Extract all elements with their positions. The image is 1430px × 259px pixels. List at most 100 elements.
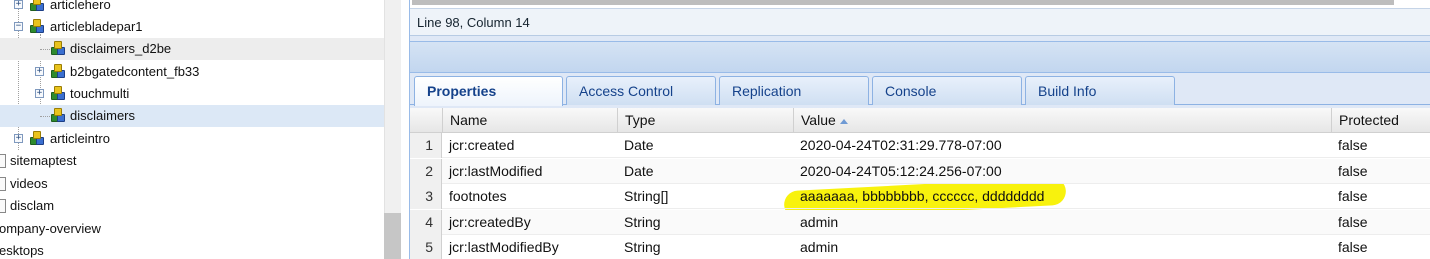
cell-text: 2020-04-24T02:31:29.778-07:00 <box>800 137 1002 153</box>
editor-area <box>410 0 1430 8</box>
sort-ascending-icon <box>839 118 848 124</box>
expand-icon[interactable]: + <box>14 134 23 143</box>
editor-status-bar: Line 98, Column 14 <box>410 8 1430 36</box>
tab-label: Properties <box>427 83 497 99</box>
properties-pane: Line 98, Column 14 Properties Access Con… <box>409 0 1430 259</box>
column-header-label: Protected <box>1339 112 1399 128</box>
tree-item-label: ompany-overview <box>0 221 101 236</box>
component-node-icon <box>50 108 66 124</box>
tab-label: Access Control <box>579 83 674 99</box>
component-node-icon <box>50 41 66 57</box>
column-header-label: Type <box>625 112 656 128</box>
tree-item-label: videos <box>10 176 48 191</box>
properties-grid: Name Type Value Protected 1 jcr:created … <box>410 108 1430 259</box>
tab-build-info[interactable]: Build Info <box>1025 76 1175 105</box>
table-row[interactable]: 4 jcr:createdBy String admin false <box>410 210 1430 235</box>
tab-strip: Properties Access Control Replication Co… <box>410 73 1430 106</box>
column-header-label: Value <box>801 112 836 128</box>
column-header-name[interactable]: Name <box>442 108 617 133</box>
cell-text: false <box>1338 214 1368 230</box>
row-number-label: 1 <box>425 137 433 153</box>
row-number-label: 3 <box>425 188 433 204</box>
tree-item-articlebladepar1[interactable]: − articlebladepar1 <box>0 16 384 38</box>
page-node-icon <box>0 199 6 213</box>
collapse-icon[interactable]: − <box>14 22 23 31</box>
component-node-icon <box>29 131 45 147</box>
table-row[interactable]: 3 footnotes String[] aaaaaaa, bbbbbbbb, … <box>410 184 1430 209</box>
row-number: 1 <box>410 133 442 158</box>
cursor-position: Line 98, Column 14 <box>417 15 530 30</box>
cell-text: 2020-04-24T05:12:24.256-07:00 <box>800 163 1002 179</box>
grid-header: Name Type Value Protected <box>410 108 1430 133</box>
tree-guide-line <box>40 116 50 117</box>
row-number: 4 <box>410 210 442 235</box>
tree-item-label: disclaimers_d2be <box>70 41 172 56</box>
cell-text: false <box>1338 239 1368 255</box>
cell-text: false <box>1338 188 1368 204</box>
cell-text: Date <box>624 163 654 179</box>
tree-item-label: sitemaptest <box>10 153 77 168</box>
tree-item-disclaimers-d2be[interactable]: disclaimers_d2be <box>0 38 384 60</box>
tree-scrollbar-thumb[interactable] <box>384 213 401 259</box>
expand-icon[interactable]: + <box>35 67 44 76</box>
tab-properties[interactable]: Properties <box>414 76 563 106</box>
expand-icon[interactable]: + <box>35 89 44 98</box>
table-row[interactable]: 5 jcr:lastModifiedBy String admin false <box>410 235 1430 259</box>
cell-text: admin <box>800 214 839 230</box>
editor-horizontal-scrollbar[interactable] <box>412 0 1394 5</box>
tab-label: Build Info <box>1038 83 1097 99</box>
tree-item-label: disclam <box>10 198 55 213</box>
tab-replication[interactable]: Replication <box>719 76 869 105</box>
tree-item-b2bgatedcontent[interactable]: + b2bgatedcontent_fb33 <box>0 61 384 83</box>
tree-item-desktops[interactable]: esktops <box>0 240 384 259</box>
column-header-protected[interactable]: Protected <box>1331 108 1430 133</box>
column-header-label-wrap: Value <box>801 112 848 128</box>
column-header-label: Name <box>450 112 488 128</box>
tree-guide-line <box>40 49 50 50</box>
tree-item-videos[interactable]: videos <box>0 173 384 195</box>
component-node-icon <box>50 64 66 80</box>
tab-label: Console <box>885 83 937 99</box>
cell-text: jcr:lastModified <box>449 163 543 179</box>
tree-item-articlehero[interactable]: + articlehero <box>0 0 384 16</box>
cell-text: jcr:createdBy <box>449 214 531 230</box>
cell-text: footnotes <box>449 188 507 204</box>
expand-icon[interactable]: + <box>14 0 23 9</box>
row-number: 3 <box>410 184 442 209</box>
page-node-icon <box>0 177 6 191</box>
row-number-label: 5 <box>425 239 433 255</box>
tab-access-control[interactable]: Access Control <box>566 76 716 105</box>
page-node-icon <box>0 154 6 168</box>
cell-text: admin <box>800 239 839 255</box>
cell-text: jcr:created <box>449 137 515 153</box>
tree-item-touchmulti[interactable]: + touchmulti <box>0 83 384 105</box>
tree-item-disclaimers[interactable]: disclaimers <box>0 105 384 127</box>
tree-item-label: articlebladepar1 <box>50 19 143 34</box>
component-node-icon <box>29 19 45 35</box>
column-header-value[interactable]: Value <box>793 108 1331 133</box>
tree-item-disclam[interactable]: disclam <box>0 195 384 217</box>
column-header-type[interactable]: Type <box>617 108 793 133</box>
tree-item-company-overview[interactable]: ompany-overview <box>0 218 384 240</box>
cell-text: String[] <box>624 188 669 204</box>
row-number-label: 4 <box>425 214 433 230</box>
tree-item-label: disclaimers <box>70 108 136 123</box>
component-node-icon <box>50 86 66 102</box>
tree-item-label: touchmulti <box>70 86 130 101</box>
row-number: 5 <box>410 235 442 259</box>
tree-item-label: articleintro <box>50 131 110 146</box>
table-row[interactable]: 1 jcr:created Date 2020-04-24T02:31:29.7… <box>410 133 1430 158</box>
tree-item-label: articlehero <box>50 0 111 12</box>
tree-item-articleintro[interactable]: + articleintro <box>0 128 384 150</box>
cell-text: false <box>1338 163 1368 179</box>
cell-text: jcr:lastModifiedBy <box>449 239 559 255</box>
cell-text: false <box>1338 137 1368 153</box>
row-number-label: 2 <box>425 163 433 179</box>
cell-text: Date <box>624 137 654 153</box>
tree-item-label: b2bgatedcontent_fb33 <box>70 64 200 79</box>
table-row[interactable]: 2 jcr:lastModified Date 2020-04-24T05:12… <box>410 159 1430 184</box>
cell-text: aaaaaaa, bbbbbbbb, cccccc, dddddddd <box>800 188 1045 204</box>
tab-console[interactable]: Console <box>872 76 1022 105</box>
content-tree: + articlehero − articlebladepar1 disclai… <box>0 0 384 259</box>
tree-item-sitemaptest[interactable]: sitemaptest <box>0 150 384 172</box>
